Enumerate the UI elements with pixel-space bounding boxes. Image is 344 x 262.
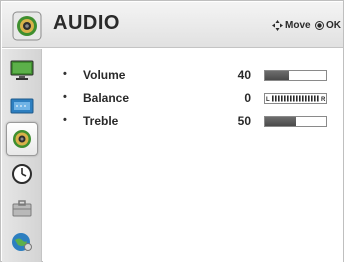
menu-header: AUDIO Move OK <box>2 2 343 48</box>
treble-slider[interactable] <box>264 116 327 127</box>
balance-tick <box>290 95 292 102</box>
balance-tick <box>296 95 298 102</box>
volume-slider-fill <box>265 71 290 80</box>
setting-label: Volume <box>83 68 126 82</box>
svg-text:L: L <box>266 97 270 103</box>
balance-tick <box>293 95 295 102</box>
sidebar-item-time[interactable] <box>6 157 38 191</box>
setting-row-volume[interactable]: • Volume 40 <box>43 64 343 86</box>
bullet: • <box>63 68 67 80</box>
balance-tick <box>284 95 286 102</box>
balance-slider[interactable]: L R <box>264 93 327 104</box>
setting-label: Balance <box>83 91 130 105</box>
page-title: AUDIO <box>53 12 120 34</box>
screen-icon <box>10 98 34 114</box>
balance-tick <box>302 95 304 102</box>
sidebar-item-audio[interactable] <box>6 122 38 156</box>
balance-ticks: L R <box>266 95 326 103</box>
balance-tick <box>281 95 283 102</box>
settings-panel: • Volume 40 • Balance 0 L R • Treble 50 <box>43 49 343 262</box>
balance-tick <box>305 95 307 102</box>
setting-value: 0 <box>244 91 251 105</box>
balance-tick <box>317 95 319 102</box>
sidebar-item-support[interactable] <box>6 225 38 259</box>
bullet: • <box>63 91 67 103</box>
sidebar-item-picture[interactable] <box>6 53 38 87</box>
globe-person-icon <box>12 233 32 251</box>
balance-tick <box>308 95 310 102</box>
setting-row-balance[interactable]: • Balance 0 L R <box>43 87 343 109</box>
balance-tick <box>272 95 274 102</box>
svg-text:R: R <box>321 97 326 103</box>
ok-hint: OK <box>315 20 341 31</box>
setting-row-treble[interactable]: • Treble 50 <box>43 110 343 132</box>
balance-tick <box>275 95 277 102</box>
setting-value: 40 <box>237 68 251 82</box>
balance-tick <box>299 95 301 102</box>
sidebar-item-screen[interactable] <box>6 89 38 123</box>
move-hint: Move <box>272 20 311 31</box>
setting-value: 50 <box>237 114 251 128</box>
toolbox-icon <box>12 200 32 217</box>
speaker-icon <box>12 11 42 41</box>
balance-tick <box>287 95 289 102</box>
setting-label: Treble <box>83 114 119 128</box>
move-hint-label: Move <box>285 20 311 31</box>
sidebar-item-settings[interactable] <box>6 191 38 225</box>
balance-tick <box>314 95 316 102</box>
treble-slider-fill <box>265 117 296 126</box>
bullet: • <box>63 114 67 126</box>
monitor-icon <box>10 60 34 80</box>
ok-button-icon <box>315 21 324 30</box>
category-sidebar <box>2 49 42 262</box>
volume-slider[interactable] <box>264 70 327 81</box>
audio-menu: AUDIO Move OK • Volume 40 • Balance 0 L … <box>0 0 344 262</box>
ok-hint-label: OK <box>326 20 341 31</box>
speaker-icon <box>13 130 31 148</box>
balance-tick <box>278 95 280 102</box>
navigation-arrows-icon <box>272 20 283 31</box>
balance-tick <box>311 95 313 102</box>
clock-icon <box>12 164 32 184</box>
